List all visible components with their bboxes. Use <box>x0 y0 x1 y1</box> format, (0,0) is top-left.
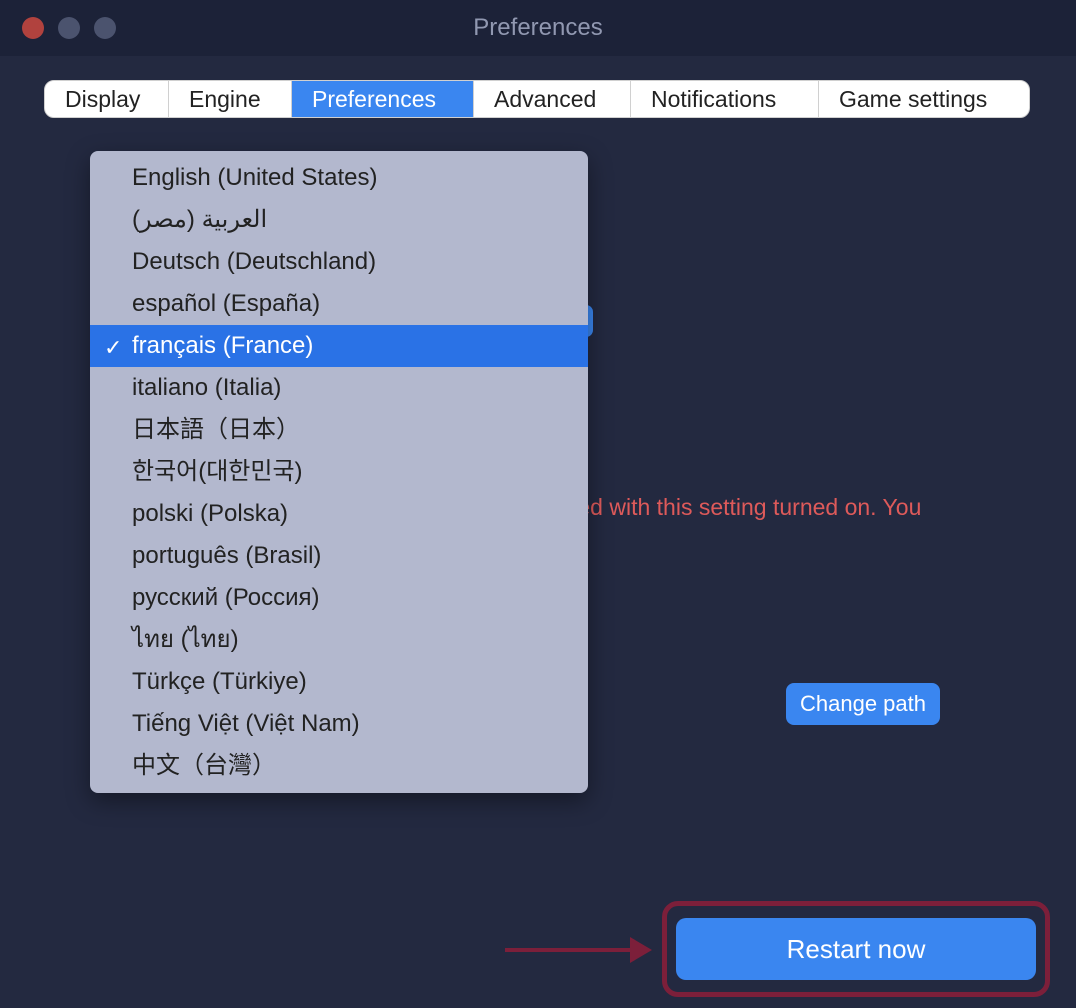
restart-now-button[interactable]: Restart now <box>676 918 1036 980</box>
change-path-button[interactable]: Change path <box>786 683 940 725</box>
window-controls <box>0 17 116 39</box>
language-option-label: español (España) <box>132 290 320 317</box>
language-option[interactable]: ไทย (ไทย) <box>90 619 588 661</box>
language-option-label: русский (Россия) <box>132 584 319 611</box>
titlebar: Preferences <box>0 0 1076 56</box>
checkmark-icon: ✓ <box>104 331 122 364</box>
tab-engine[interactable]: Engine <box>169 81 292 117</box>
language-option[interactable]: 한국어(대한민국) <box>90 451 588 493</box>
language-option[interactable]: italiano (Italia) <box>90 367 588 409</box>
language-option-label: English (United States) <box>132 164 377 191</box>
maximize-window-button[interactable] <box>94 17 116 39</box>
tab-notifications[interactable]: Notifications <box>631 81 819 117</box>
language-option-label: polski (Polska) <box>132 500 288 527</box>
minimize-window-button[interactable] <box>58 17 80 39</box>
language-option-label: العربية (مصر) <box>132 206 267 233</box>
preferences-content: Display Engine Preferences Advanced Noti… <box>0 56 1076 1008</box>
language-option[interactable]: 日本語（日本） <box>90 409 588 451</box>
tab-preferences[interactable]: Preferences <box>292 81 474 117</box>
language-option-label: ไทย (ไทย) <box>132 626 239 653</box>
language-option-label: 한국어(대한민국) <box>132 458 303 485</box>
language-option[interactable]: português (Brasil) <box>90 535 588 577</box>
language-option[interactable]: ✓ français (France) <box>90 325 588 367</box>
annotation-arrow-icon <box>505 937 655 963</box>
preferences-tabs: Display Engine Preferences Advanced Noti… <box>44 80 1030 118</box>
language-option[interactable]: English (United States) <box>90 157 588 199</box>
language-option[interactable]: Tiếng Việt (Việt Nam) <box>90 703 588 745</box>
tab-display[interactable]: Display <box>45 81 169 117</box>
language-option[interactable]: Deutsch (Deutschland) <box>90 241 588 283</box>
close-window-button[interactable] <box>22 17 44 39</box>
adb-warning-text: ted with this setting turned on. You <box>571 494 921 521</box>
language-option-label: Deutsch (Deutschland) <box>132 248 376 275</box>
language-option[interactable]: русский (Россия) <box>90 577 588 619</box>
tab-game-settings[interactable]: Game settings <box>819 81 1029 117</box>
language-option[interactable]: 中文（台灣） <box>90 745 588 787</box>
language-option-label: Tiếng Việt (Việt Nam) <box>132 710 360 737</box>
language-option-label: 中文（台灣） <box>132 752 276 779</box>
language-option-label: Türkçe (Türkiye) <box>132 668 307 695</box>
language-option-label: français (France) <box>132 332 313 359</box>
language-dropdown: English (United States) العربية (مصر) Deut… <box>90 151 588 793</box>
tab-advanced[interactable]: Advanced <box>474 81 631 117</box>
annotation-highlight-box: Restart now <box>662 901 1050 997</box>
language-option[interactable]: español (España) <box>90 283 588 325</box>
language-option[interactable]: Türkçe (Türkiye) <box>90 661 588 703</box>
language-option-label: 日本語（日本） <box>132 416 300 443</box>
language-option-label: português (Brasil) <box>132 542 321 569</box>
language-option[interactable]: العربية (مصر) <box>90 199 588 241</box>
window-title: Preferences <box>473 14 602 42</box>
language-option[interactable]: polski (Polska) <box>90 493 588 535</box>
language-option-label: italiano (Italia) <box>132 374 281 401</box>
